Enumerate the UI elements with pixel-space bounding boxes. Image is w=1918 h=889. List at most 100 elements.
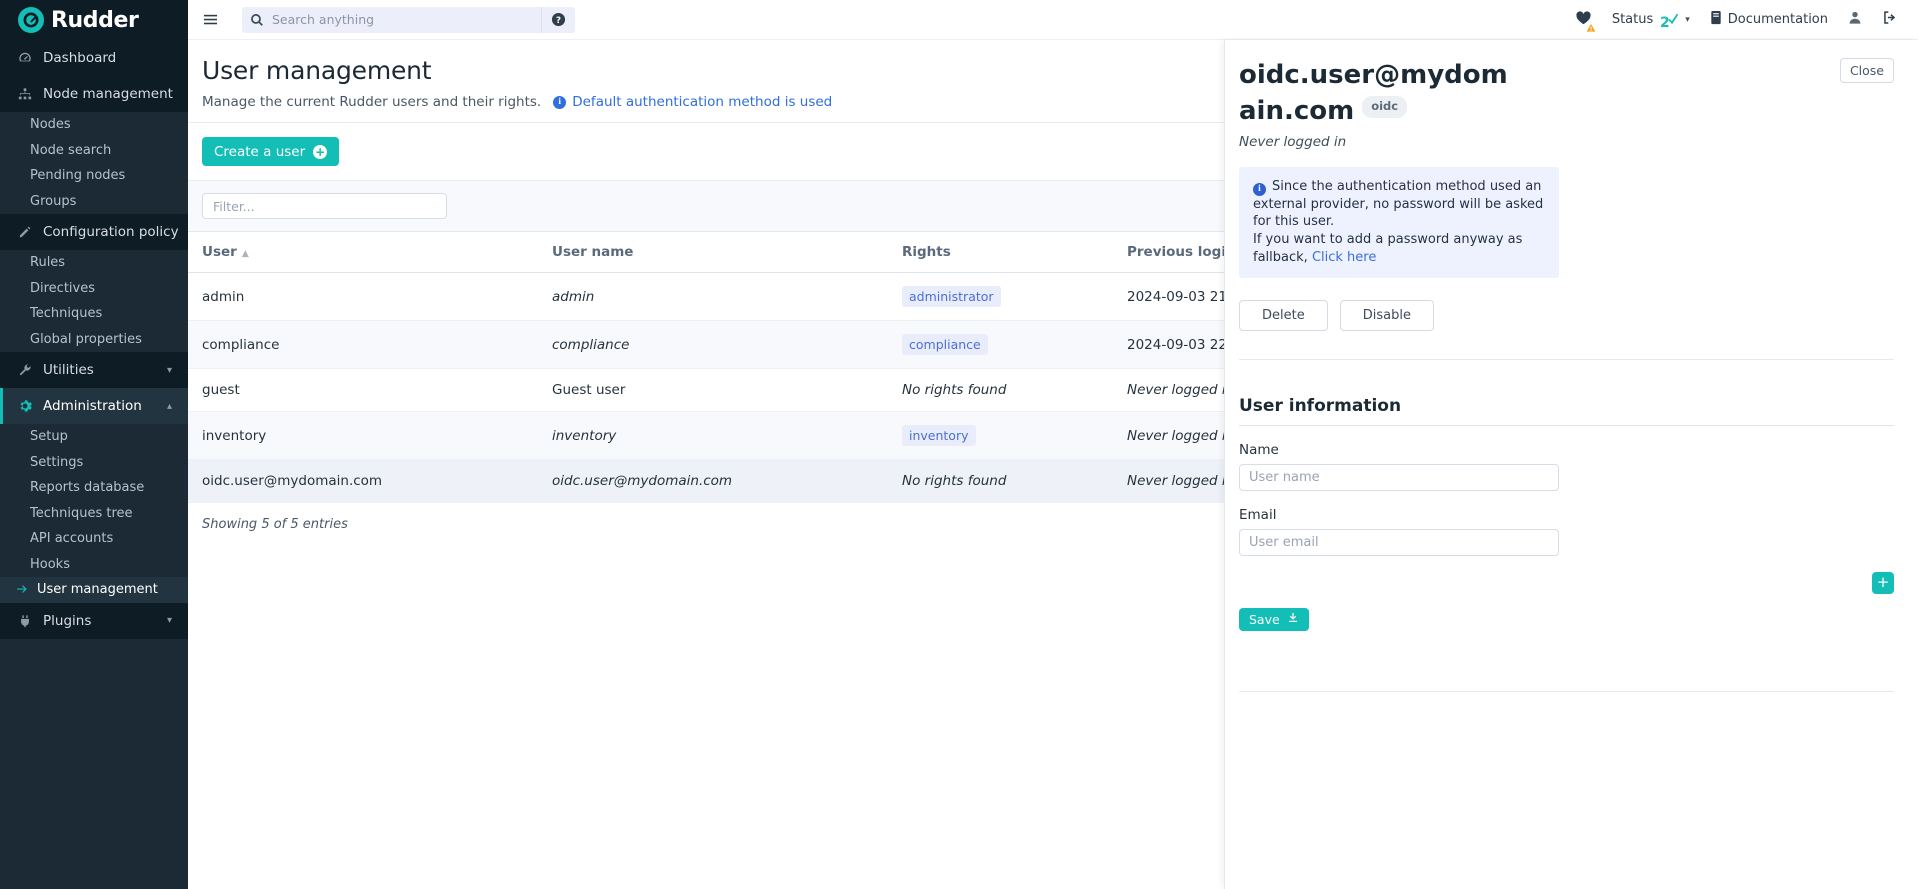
health-status-indicator[interactable]: [1565, 0, 1602, 40]
plus-icon: +: [313, 145, 327, 159]
sidebar-item-label: Global properties: [30, 332, 142, 347]
search-input[interactable]: [272, 12, 541, 27]
sidebar-item-dashboard[interactable]: Dashboard: [0, 40, 188, 76]
sidebar-item-nodes[interactable]: Nodes: [0, 112, 188, 138]
cell-username: compliance: [538, 321, 888, 369]
rights-chip: compliance: [902, 334, 988, 355]
sidebar-item-label: Hooks: [30, 557, 70, 572]
cell-user: compliance: [188, 321, 538, 369]
pencil-icon: [16, 225, 34, 239]
sidebar-item-label: Node search: [30, 143, 111, 158]
column-header-rights[interactable]: Rights: [888, 232, 1113, 273]
delete-user-button[interactable]: Delete: [1239, 300, 1328, 331]
filter-input[interactable]: [202, 193, 447, 219]
status-label: Status: [1612, 12, 1653, 27]
sidebar-item-label: Groups: [30, 194, 76, 209]
book-icon: [1710, 10, 1722, 29]
sidebar-item-label: Reports database: [30, 480, 144, 495]
cell-user: guest: [188, 369, 538, 412]
sidebar-item-label: Techniques: [30, 306, 102, 321]
sidebar-item-label: Configuration policy: [43, 224, 179, 240]
svg-text:?: ?: [556, 16, 561, 26]
cell-rights: administrator: [888, 273, 1113, 321]
sidebar-item-global-properties[interactable]: Global properties: [0, 327, 188, 353]
cell-rights: compliance: [888, 321, 1113, 369]
panel-divider: [1239, 359, 1894, 360]
add-field-button[interactable]: +: [1872, 572, 1894, 594]
disable-user-button[interactable]: Disable: [1340, 300, 1434, 331]
info-icon: i: [553, 96, 566, 109]
sidebar-item-hooks[interactable]: Hooks: [0, 552, 188, 578]
documentation-link[interactable]: Documentation: [1700, 0, 1838, 40]
arrow-right-icon: [16, 583, 29, 596]
top-bar: ? Status 2 ▾: [188, 0, 1918, 40]
sidebar-item-user-management[interactable]: User management: [0, 577, 188, 603]
sidebar-item-plugins[interactable]: Plugins ▾: [0, 603, 188, 639]
sidebar-item-setup[interactable]: Setup: [0, 424, 188, 450]
chevron-down-icon: ▾: [167, 615, 172, 626]
sidebar-item-settings[interactable]: Settings: [0, 450, 188, 476]
sidebar-item-api-accounts[interactable]: API accounts: [0, 526, 188, 552]
cell-user: admin: [188, 273, 538, 321]
sidebar-item-directives[interactable]: Directives: [0, 276, 188, 302]
sidebar-item-rules[interactable]: Rules: [0, 250, 188, 276]
sidebar-item-node-management[interactable]: Node management: [0, 76, 188, 112]
question-circle-icon[interactable]: ?: [541, 7, 575, 33]
rights-chip: administrator: [902, 286, 1001, 307]
auth-provider-badge: oidc: [1362, 96, 1407, 118]
default-auth-link[interactable]: Default authentication method is used: [572, 94, 832, 110]
sidebar-item-configuration-policy[interactable]: Configuration policy: [0, 214, 188, 250]
global-search[interactable]: ?: [242, 7, 575, 33]
name-input[interactable]: [1239, 464, 1559, 491]
sidebar-item-groups[interactable]: Groups: [0, 189, 188, 215]
sidebar-item-reports-database[interactable]: Reports database: [0, 475, 188, 501]
user-information-heading: User information: [1239, 396, 1894, 426]
sort-asc-icon: ▲: [242, 249, 249, 259]
topbar-actions: Status 2 ▾ Documentation: [1565, 0, 1918, 40]
cell-username: admin: [538, 273, 888, 321]
info-icon: i: [1253, 183, 1266, 196]
email-input[interactable]: [1239, 529, 1559, 556]
save-button[interactable]: Save: [1239, 608, 1309, 631]
column-header-user[interactable]: User ▲: [188, 232, 538, 273]
brand-logo[interactable]: Rudder: [0, 0, 188, 40]
name-field-label: Name: [1239, 442, 1894, 458]
sidebar-item-administration[interactable]: Administration ▴: [0, 388, 188, 424]
column-label: User: [202, 244, 237, 260]
column-header-username[interactable]: User name: [538, 232, 888, 273]
sidebar-item-techniques-tree[interactable]: Techniques tree: [0, 501, 188, 527]
panel-actions: Delete Disable: [1239, 300, 1894, 331]
sidebar-item-label: Node management: [43, 86, 173, 102]
svg-text:2: 2: [1660, 15, 1670, 29]
sidebar: Rudder Dashboard Node management Nodes N…: [0, 0, 188, 889]
alert-text-primary: Since the authentication method used an …: [1253, 179, 1543, 230]
rights-chip: inventory: [902, 425, 976, 446]
gauge-icon: [16, 51, 34, 65]
sidebar-nav: Dashboard Node management Nodes Node sea…: [0, 40, 188, 889]
create-user-button[interactable]: Create a user +: [202, 137, 339, 166]
cell-username: oidc.user@mydomain.com: [538, 460, 888, 503]
close-button[interactable]: Close: [1840, 58, 1894, 83]
warning-badge-icon: [1586, 23, 1596, 33]
hamburger-icon[interactable]: [192, 12, 228, 27]
sidebar-item-utilities[interactable]: Utilities ▾: [0, 352, 188, 388]
add-field-row: +: [1239, 572, 1894, 594]
alert-text-secondary: If you want to add a password anyway as …: [1253, 232, 1522, 265]
panel-title: oidc.user@mydomain.comoidc: [1239, 58, 1524, 130]
logout-button[interactable]: [1872, 0, 1908, 40]
column-label: Rights: [902, 244, 951, 260]
sidebar-item-label: Dashboard: [43, 50, 116, 66]
sidebar-item-label: Setup: [30, 429, 68, 444]
user-account-button[interactable]: [1838, 0, 1872, 40]
save-disk-icon: [1287, 612, 1299, 627]
search-icon: [242, 13, 272, 27]
sidebar-item-techniques[interactable]: Techniques: [0, 301, 188, 327]
create-user-label: Create a user: [214, 144, 305, 160]
sidebar-item-node-search[interactable]: Node search: [0, 138, 188, 164]
external-provider-alert: iSince the authentication method used an…: [1239, 167, 1559, 278]
status-dropdown[interactable]: Status 2 ▾: [1602, 0, 1700, 40]
sidebar-item-pending-nodes[interactable]: Pending nodes: [0, 163, 188, 189]
sidebar-item-label: Administration: [43, 398, 142, 414]
sidebar-item-label: API accounts: [30, 531, 113, 546]
add-password-link[interactable]: Click here: [1312, 250, 1376, 265]
